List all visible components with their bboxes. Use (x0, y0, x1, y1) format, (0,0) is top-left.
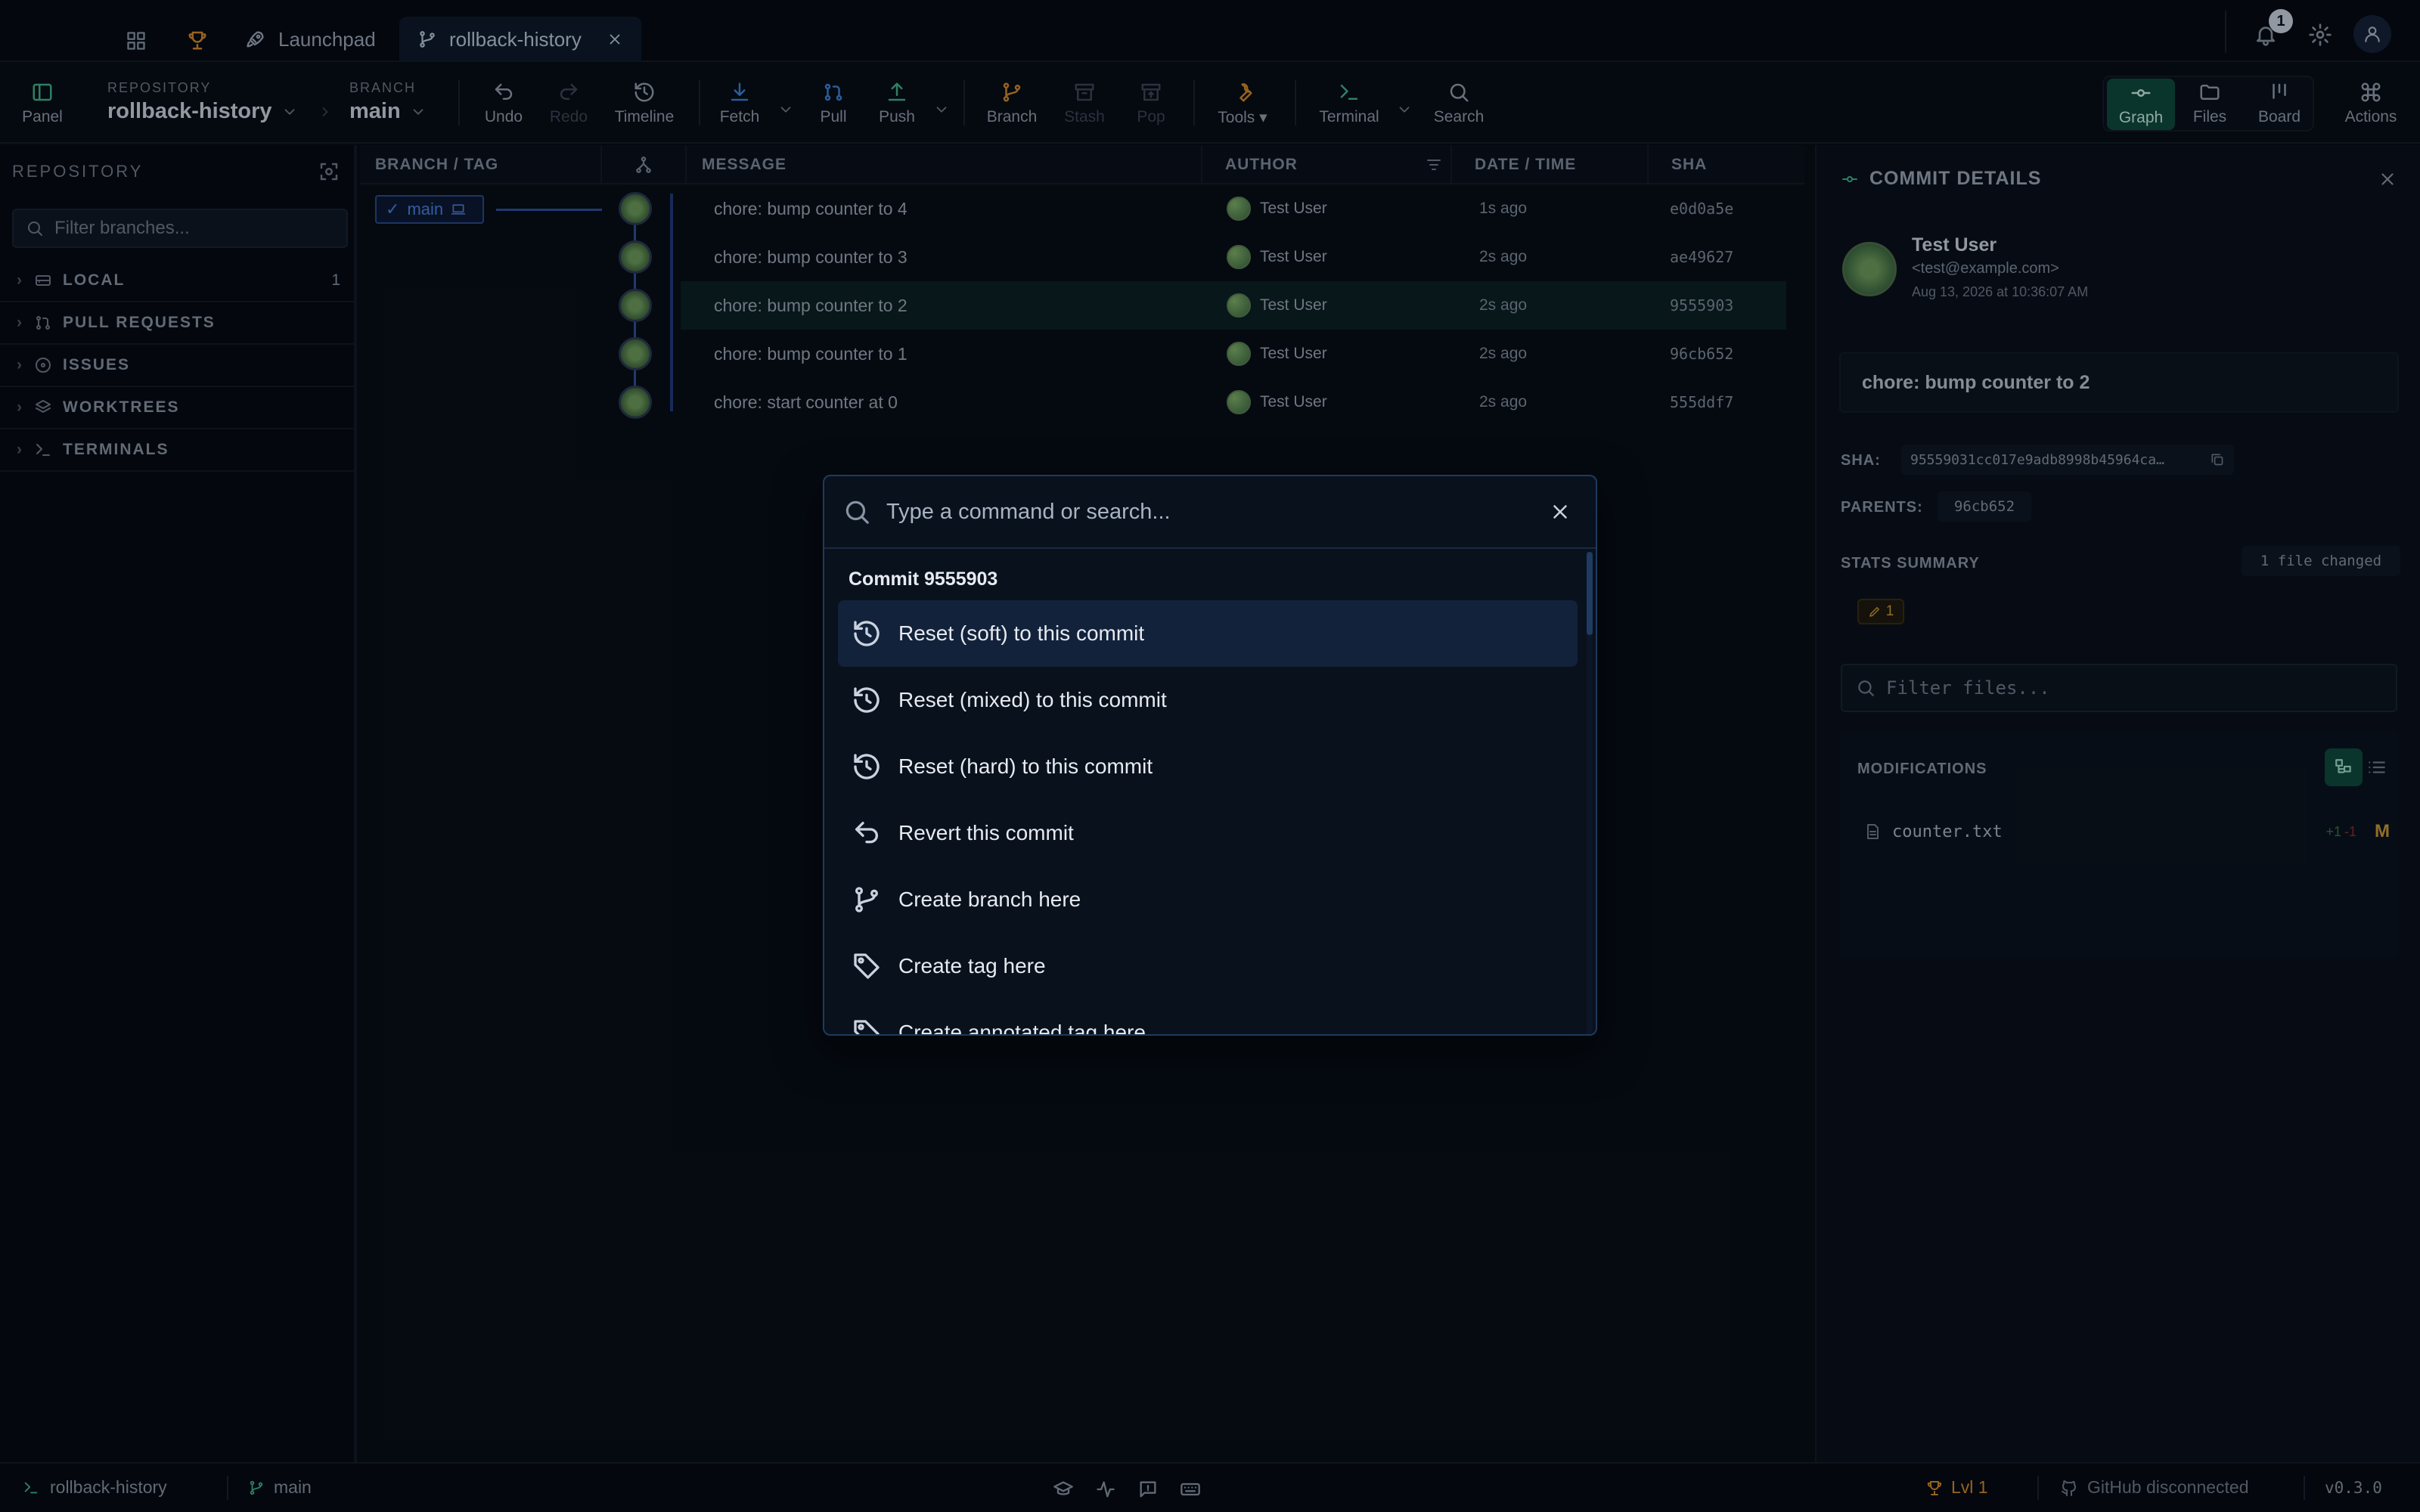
palette-group-label: Commit 9555903 (849, 569, 998, 590)
close-icon[interactable] (1549, 500, 1571, 523)
palette-item-reset-hard[interactable]: Reset (hard) to this commit (838, 733, 1578, 800)
palette-item-label: Reset (hard) to this commit (898, 754, 1153, 778)
reset-icon (852, 685, 882, 715)
tag-icon (852, 951, 882, 981)
palette-search[interactable]: Type a command or search... (824, 476, 1596, 549)
palette-item-label: Reset (mixed) to this commit (898, 688, 1167, 711)
palette-item-label: Reset (soft) to this commit (898, 621, 1145, 645)
palette-item-label: Create annotated tag here (898, 1021, 1146, 1036)
search-icon (842, 497, 871, 526)
palette-item-reset-soft[interactable]: Reset (soft) to this commit (838, 600, 1578, 667)
palette-item-create-tag[interactable]: Create tag here (838, 933, 1578, 999)
palette-item-label: Revert this commit (898, 821, 1074, 844)
reset-icon (852, 751, 882, 782)
palette-item-revert[interactable]: Revert this commit (838, 800, 1578, 866)
revert-icon (852, 818, 882, 848)
palette-item-create-annotated-tag[interactable]: Create annotated tag here (838, 999, 1578, 1036)
command-palette: Type a command or search... Commit 95559… (823, 475, 1597, 1036)
palette-scrollbar-thumb[interactable] (1587, 552, 1593, 635)
branch-icon (852, 885, 882, 915)
tag-icon (852, 1018, 882, 1034)
palette-item-create-branch[interactable]: Create branch here (838, 866, 1578, 933)
palette-item-label: Create tag here (898, 954, 1046, 978)
reset-icon (852, 618, 882, 649)
palette-search-placeholder: Type a command or search... (886, 499, 1171, 524)
palette-item-label: Create branch here (898, 888, 1081, 911)
palette-item-reset-mixed[interactable]: Reset (mixed) to this commit (838, 667, 1578, 733)
